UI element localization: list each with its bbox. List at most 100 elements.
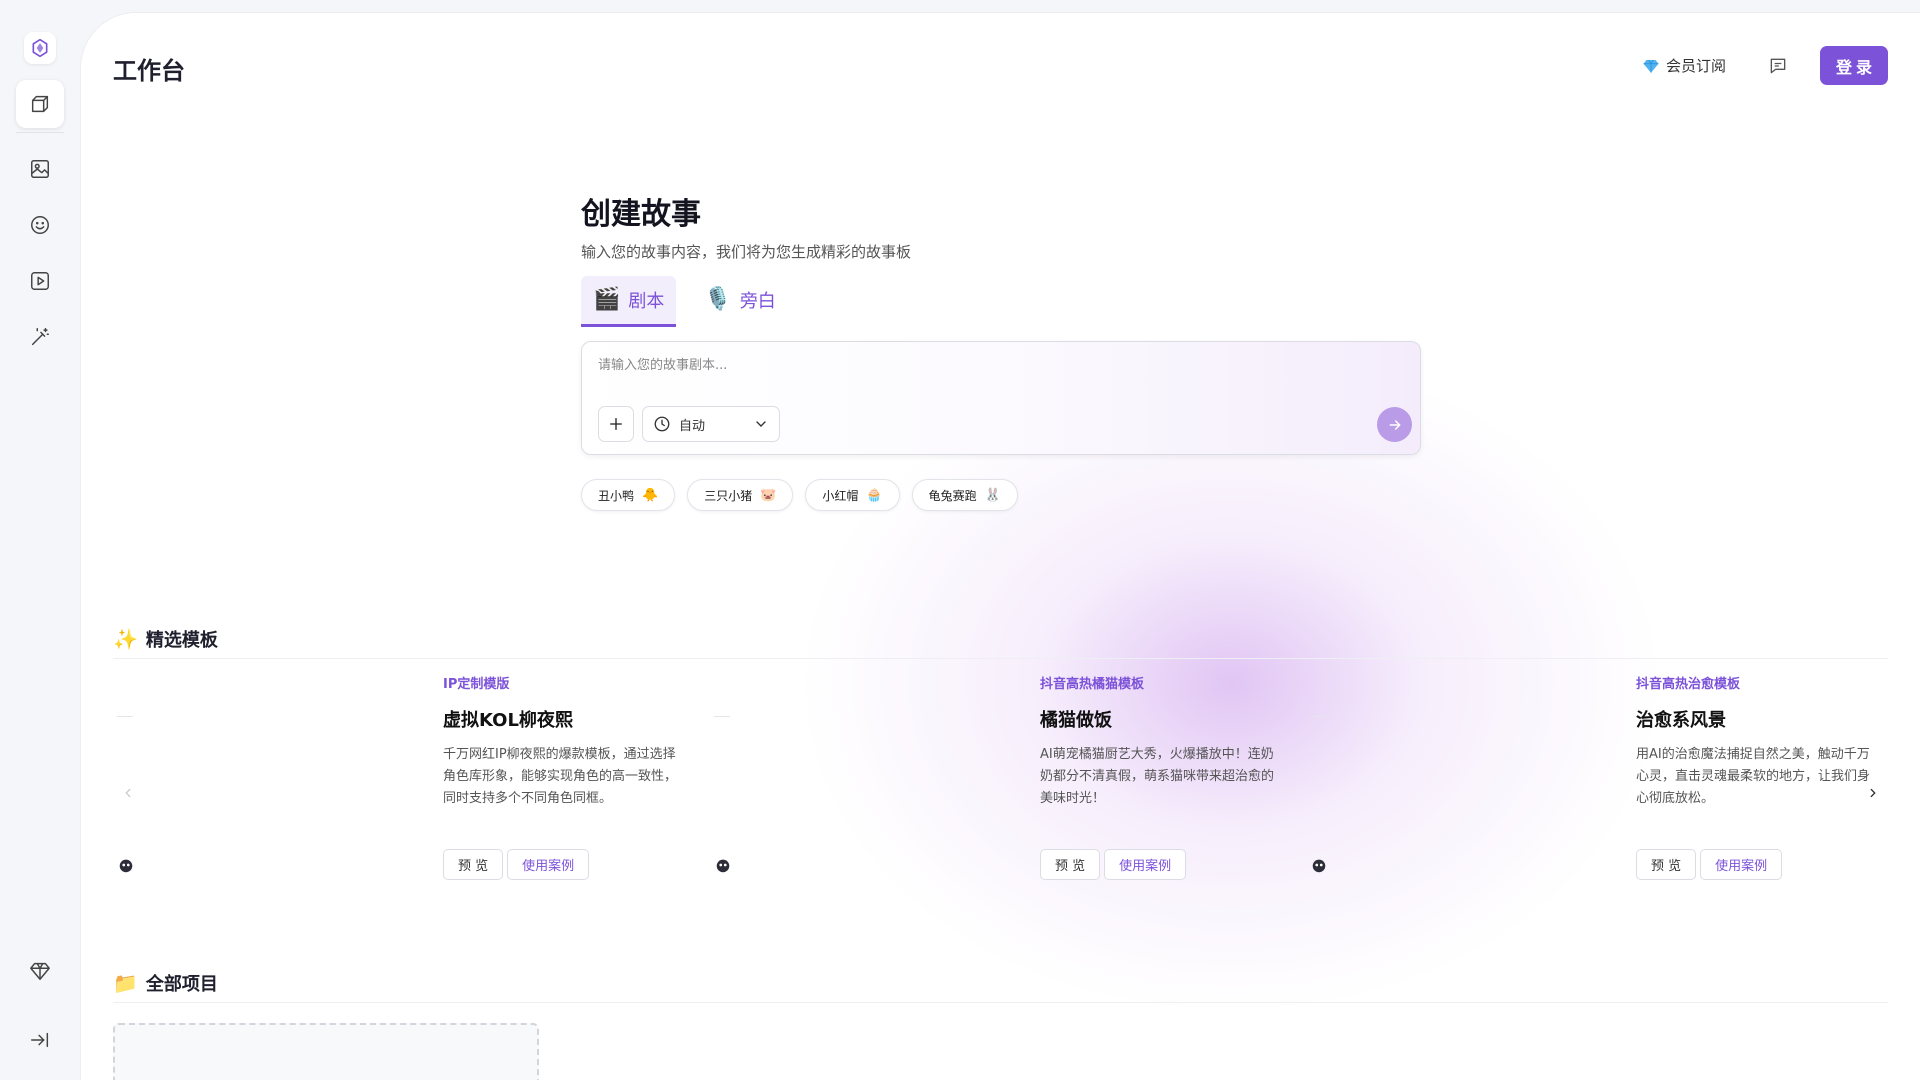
example-chip[interactable]: 丑小鸭 🐥 [581, 479, 676, 511]
plus-icon [610, 418, 622, 430]
template-info: 抖音高热治愈模板 治愈系风景 用AI的治愈魔法捕捉自然之美，触动千万心灵，直击灵… [1636, 673, 1881, 880]
smiley-icon [31, 216, 49, 234]
template-card[interactable]: IP定制模版 虚拟KOL柳夜熙 千万网红IP柳夜熙的爆款模板，通过选择角色库形象… [113, 673, 710, 913]
example-chip[interactable]: 小红帽 🧁 [805, 479, 900, 511]
template-title: 治愈系风景 [1636, 710, 1726, 731]
cupcake-icon: 🧁 [866, 487, 883, 503]
template-thumbnail [714, 716, 730, 717]
collapse-sidebar-icon [31, 1032, 49, 1048]
logo-icon [32, 38, 48, 58]
example-chip-label: 三只小猪 [704, 488, 753, 503]
preview-button[interactable]: 预 览 [1040, 849, 1101, 880]
template-card[interactable]: 抖音高热治愈模板 治愈系风景 用AI的治愈魔法捕捉自然之美，触动千万心灵，直击灵… [1306, 673, 1903, 913]
story-input[interactable] [598, 354, 1398, 384]
clapperboard-icon: 🎬 [593, 287, 621, 312]
template-tag: 抖音高热橘猫模板 [1040, 677, 1145, 692]
template-title: 虚拟KOL柳夜熙 [443, 710, 573, 731]
template-tag: IP定制模版 [443, 677, 510, 692]
membership-link[interactable]: 会员订阅 [1642, 55, 1726, 76]
chevron-left-icon [125, 788, 131, 798]
login-button[interactable]: 登录 [1820, 46, 1888, 85]
template-title: 橘猫做饭 [1040, 710, 1112, 731]
example-story-chips: 丑小鸭 🐥 三只小猪 🐷 小红帽 🧁 龟兔赛跑 🐰 [581, 479, 1421, 511]
pig-icon: 🐷 [760, 487, 777, 503]
sidebar-rail [0, 0, 80, 1080]
header-actions: 会员订阅 登录 [1642, 46, 1888, 85]
magic-wand-icon [31, 328, 49, 346]
preview-button[interactable]: 预 览 [443, 849, 504, 880]
all-projects-heading: 📁 全部项目 [113, 963, 1888, 1003]
template-info: 抖音高热橘猫模板 橘猫做饭 AI萌宠橘猫厨艺大秀，火爆播放中！连奶奶都分不清真假… [1040, 673, 1285, 880]
cube-icon [31, 95, 49, 113]
chevron-down-icon [756, 421, 766, 427]
create-story-subtitle: 输入您的故事内容，我们将为您生成精彩的故事板 [581, 243, 912, 261]
tab-narration[interactable]: 🎙️ 旁白 [692, 276, 787, 327]
sparkles-icon: ✨ [113, 626, 138, 651]
avatar-icon [716, 859, 730, 873]
carousel-prev-button[interactable] [113, 778, 143, 808]
folder-icon: 📁 [113, 970, 138, 995]
sidebar-item-characters[interactable] [16, 201, 64, 249]
sidebar-item-workspace[interactable] [16, 80, 64, 128]
tab-script[interactable]: 🎬 剧本 [581, 276, 677, 327]
sidebar-divider [16, 132, 64, 133]
diamond-icon [30, 962, 50, 980]
example-chip[interactable]: 三只小猪 🐷 [687, 479, 794, 511]
clock-icon [654, 416, 670, 432]
membership-label: 会员订阅 [1665, 57, 1726, 75]
message-button[interactable] [1766, 54, 1790, 78]
example-chip-label: 丑小鸭 [598, 488, 635, 503]
message-icon [1770, 58, 1786, 73]
tab-script-label: 剧本 [628, 291, 665, 312]
microphone-icon: 🎙️ [704, 287, 732, 312]
example-chip-label: 小红帽 [822, 488, 859, 503]
featured-templates-heading: ✨ 精选模板 [113, 619, 1888, 659]
sidebar-item-images[interactable] [16, 145, 64, 193]
featured-templates-title: 精选模板 [145, 629, 218, 651]
avatar-icon [119, 859, 133, 873]
template-info: IP定制模版 虚拟KOL柳夜熙 千万网红IP柳夜熙的爆款模板，通过选择角色库形象… [443, 673, 688, 880]
all-projects-title: 全部项目 [145, 973, 218, 995]
play-icon [31, 272, 49, 290]
template-tag: 抖音高热治愈模板 [1636, 677, 1741, 692]
create-story-section: 创建故事 输入您的故事内容，我们将为您生成精彩的故事板 🎬 剧本 🎙️ 旁白 请… [581, 189, 1421, 511]
app-logo[interactable] [24, 32, 56, 64]
sidebar-item-videos[interactable] [16, 257, 64, 305]
sidebar-item-magic[interactable] [16, 313, 64, 361]
use-case-button[interactable]: 使用案例 [507, 849, 590, 880]
sidebar-collapse-button[interactable] [16, 1016, 64, 1064]
template-actions: 预 览 使用案例 [443, 849, 688, 880]
story-editor: 自动 [581, 341, 1421, 455]
create-story-title: 创建故事 [581, 197, 701, 232]
sidebar-item-membership[interactable] [16, 947, 64, 995]
diamond-icon [1643, 59, 1659, 73]
use-case-button[interactable]: 使用案例 [1700, 849, 1783, 880]
template-carousel: IP定制模版 虚拟KOL柳夜熙 千万网红IP柳夜熙的爆款模板，通过选择角色库形象… [113, 673, 1888, 913]
template-thumbnail [1310, 716, 1326, 717]
story-type-tabs: 🎬 剧本 🎙️ 旁白 [581, 276, 1421, 327]
main-panel: 工作台 会员订阅 登录 创建故事 输入您的故事内容，我们将为您生成精彩的故事板 … [80, 12, 1920, 1080]
template-description: AI萌宠橘猫厨艺大秀，火爆播放中！连奶奶都分不清真假，萌系猫咪带来超治愈的美味时… [1040, 747, 1275, 806]
template-actions: 预 览 使用案例 [1040, 849, 1285, 880]
template-description: 千万网红IP柳夜熙的爆款模板，通过选择角色库形象，能够实现角色的高一致性，同时支… [443, 747, 678, 806]
template-card[interactable]: 抖音高热橘猫模板 橘猫做饭 AI萌宠橘猫厨艺大秀，火爆播放中！连奶奶都分不清真假… [710, 673, 1307, 913]
new-project-card[interactable] [113, 1023, 539, 1080]
duration-mode-select[interactable]: 自动 [642, 406, 780, 442]
submit-story-button[interactable] [1377, 407, 1412, 442]
tab-narration-label: 旁白 [739, 291, 776, 312]
rabbit-icon: 🐰 [984, 487, 1001, 503]
avatar-icon [1312, 859, 1326, 873]
example-chip[interactable]: 龟兔赛跑 🐰 [911, 479, 1018, 511]
use-case-button[interactable]: 使用案例 [1104, 849, 1187, 880]
preview-button[interactable]: 预 览 [1636, 849, 1697, 880]
page-title: 工作台 [113, 57, 185, 85]
carousel-next-button[interactable] [1858, 778, 1888, 808]
template-thumbnail [117, 716, 133, 717]
image-icon [31, 160, 49, 178]
template-description: 用AI的治愈魔法捕捉自然之美，触动千万心灵，直击灵魂最柔软的地方，让我们身心彻底… [1636, 747, 1871, 806]
duckling-icon: 🐥 [642, 487, 659, 503]
template-actions: 预 览 使用案例 [1636, 849, 1881, 880]
example-chip-label: 龟兔赛跑 [928, 488, 977, 503]
duration-mode-value: 自动 [679, 418, 706, 434]
add-attachment-button[interactable] [598, 406, 634, 442]
